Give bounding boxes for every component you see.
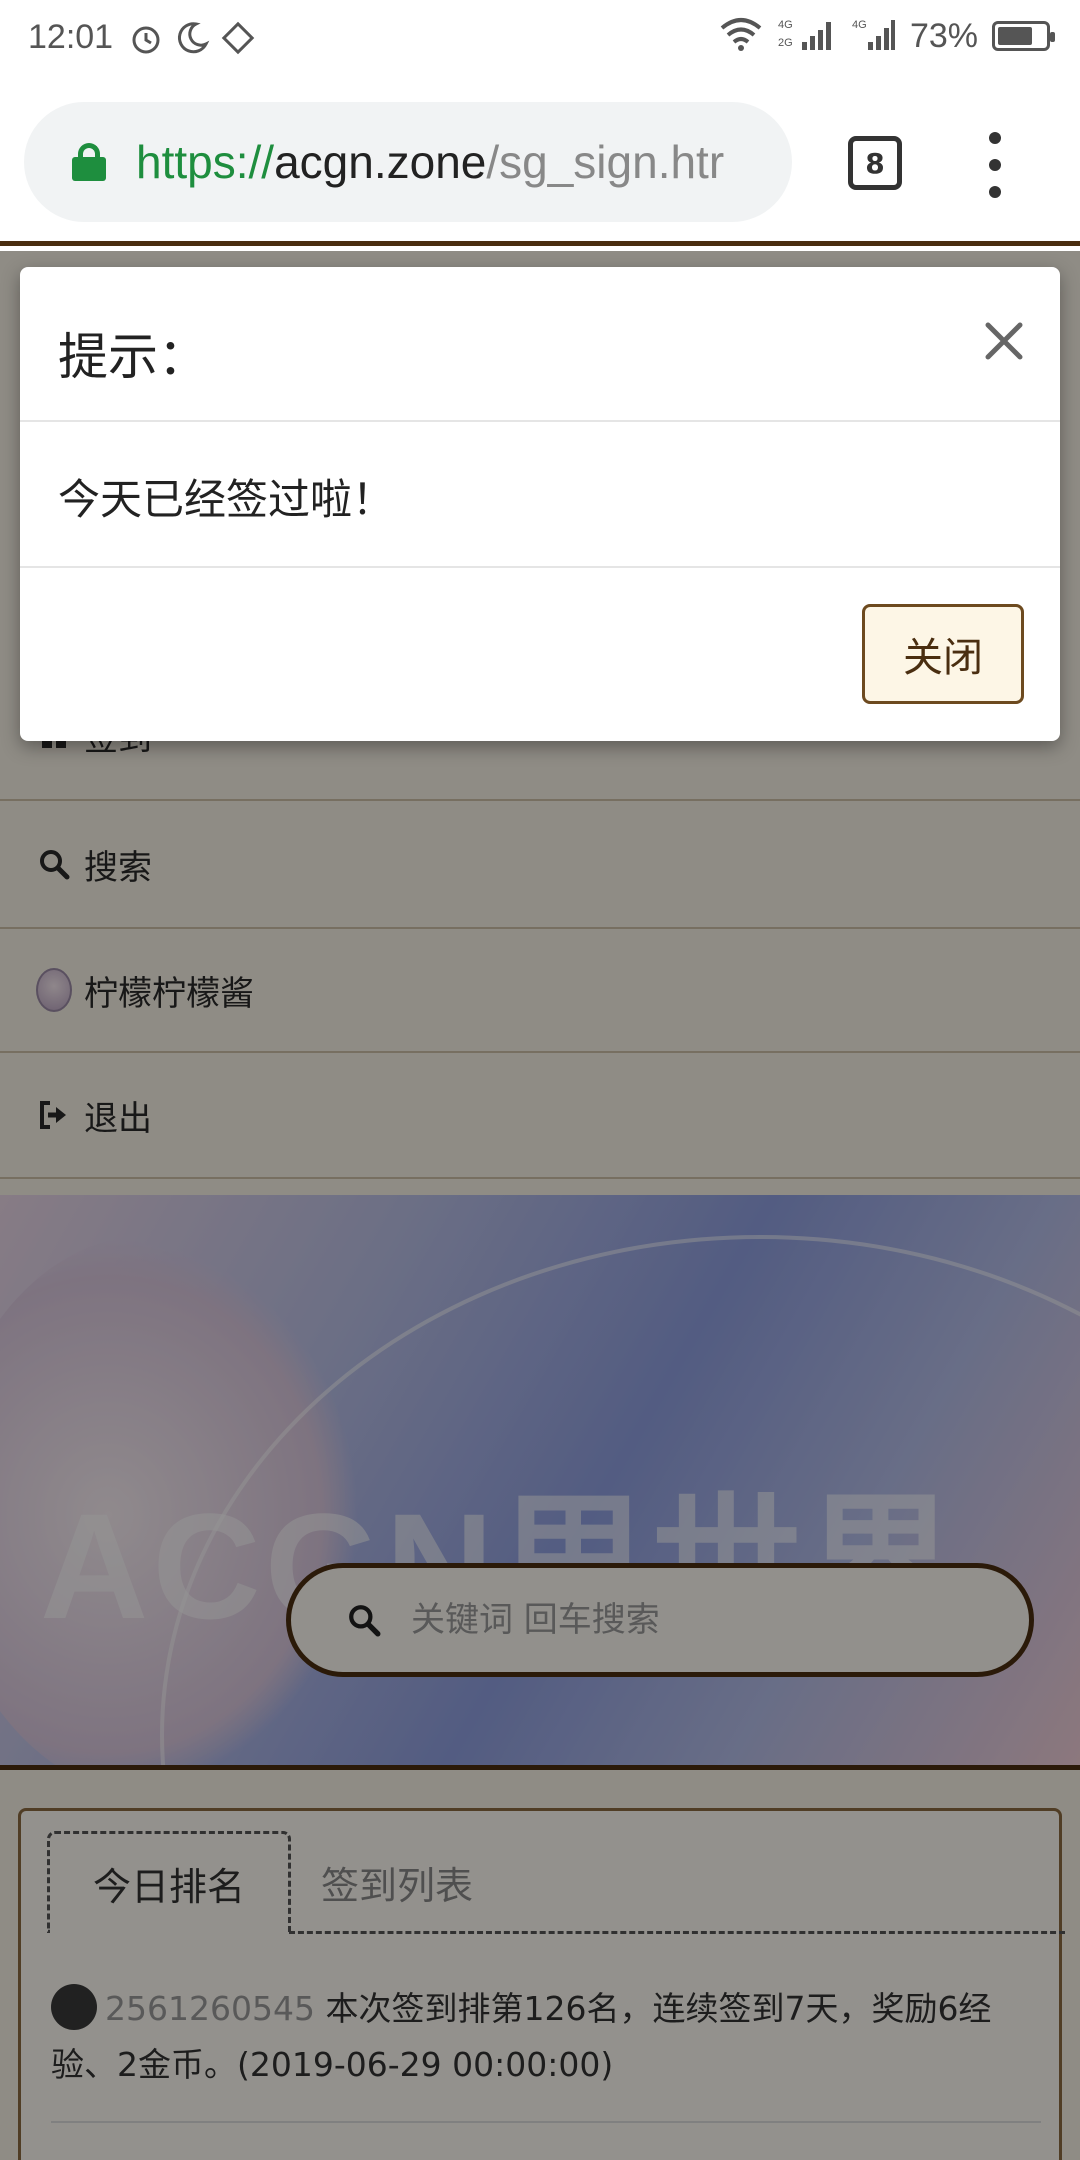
- url-text[interactable]: https://acgn.zone/sg_sign.htr: [136, 135, 724, 189]
- modal-header: 提示：: [20, 267, 1060, 422]
- url-scheme: https://: [136, 136, 275, 188]
- wifi-icon: [718, 16, 764, 56]
- url-host: acgn.zone: [274, 136, 487, 188]
- browser-toolbar: https://acgn.zone/sg_sign.htr 8: [0, 80, 1080, 246]
- more-menu-icon[interactable]: [980, 132, 1010, 198]
- modal-message: 今天已经签过啦！: [58, 475, 395, 524]
- svg-text:2G: 2G: [778, 37, 793, 49]
- modal-footer: 关闭: [20, 568, 1060, 739]
- close-icon[interactable]: [972, 309, 1036, 373]
- rotate-icon: [220, 20, 256, 56]
- signal-icon: 4G 2G: [778, 16, 838, 56]
- svg-text:4G: 4G: [852, 19, 867, 31]
- alarm-icon: [128, 20, 164, 56]
- status-time: 12:01: [28, 18, 114, 56]
- battery-icon: [992, 21, 1055, 51]
- address-bar[interactable]: https://acgn.zone/sg_sign.htr: [24, 102, 792, 222]
- modal-body: 今天已经签过啦！: [20, 422, 1060, 568]
- modal-title: 提示：: [58, 328, 208, 386]
- status-icons: [128, 20, 256, 56]
- close-button[interactable]: 关闭: [862, 604, 1024, 704]
- tab-switcher-button[interactable]: 8: [848, 136, 902, 190]
- svg-text:4G: 4G: [778, 19, 793, 31]
- url-path: /sg_sign.htr: [486, 136, 725, 188]
- moon-icon: [174, 20, 210, 56]
- status-right: 4G 2G 4G 73%: [718, 16, 1055, 56]
- battery-percent: 73%: [909, 16, 978, 55]
- status-bar: 12:01 4G 2G 4G 73%: [0, 0, 1080, 80]
- alert-modal: 提示： 今天已经签过啦！ 关闭: [20, 267, 1060, 741]
- lock-icon[interactable]: [72, 143, 106, 181]
- signal-icon-2: 4G: [852, 16, 896, 56]
